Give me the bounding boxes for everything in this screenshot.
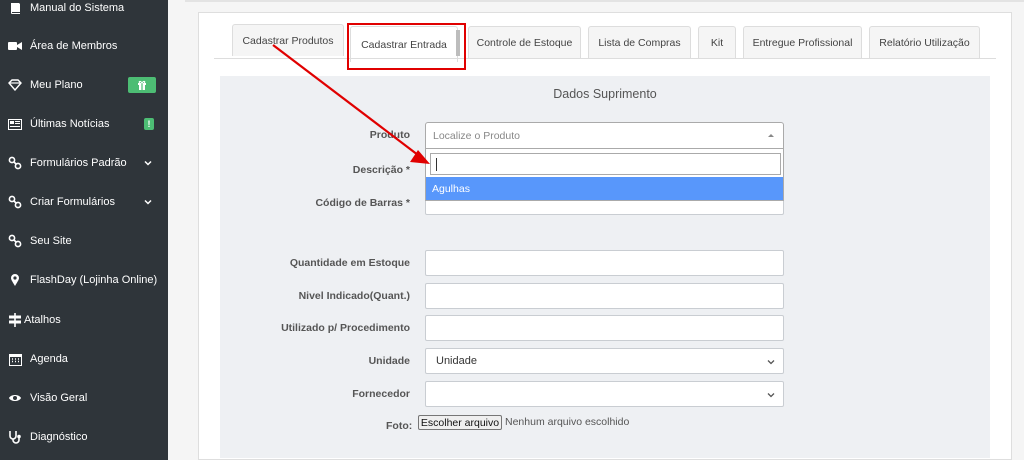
- sidebar-item-criar-formularios[interactable]: Criar Formulários: [0, 188, 168, 216]
- sidebar-item-manual[interactable]: Manual do Sistema: [0, 0, 168, 22]
- tab-cadastrar-produtos[interactable]: Cadastrar Produtos: [232, 24, 344, 56]
- tab-lista-compras[interactable]: Lista de Compras: [588, 26, 691, 58]
- utilizado-input[interactable]: [425, 315, 784, 341]
- caret-up-icon: [768, 134, 774, 137]
- signpost-icon: [8, 313, 22, 327]
- sidebar-item-agenda[interactable]: Agenda: [0, 345, 168, 373]
- chevron-down-icon: [767, 360, 775, 365]
- notification-badge: !: [144, 118, 154, 130]
- dropdown-option[interactable]: Agulhas: [426, 177, 783, 200]
- link-icon: [8, 234, 22, 248]
- foto-label: Foto:: [386, 420, 413, 432]
- sidebar: Manual do Sistema Área de Membros Meu Pl…: [0, 0, 168, 460]
- produto-placeholder: Localize o Produto: [433, 129, 520, 142]
- utilizado-label: Utilizado p/ Procedimento: [281, 322, 410, 334]
- sidebar-item-label: Formulários Padrão: [30, 157, 127, 169]
- choose-file-button[interactable]: Escolher arquivo: [418, 415, 502, 430]
- chevron-down-icon: [144, 160, 152, 166]
- sidebar-item-label: Criar Formulários: [30, 196, 115, 208]
- form-title: Dados Suprimento: [553, 87, 657, 101]
- produto-select[interactable]: Localize o Produto: [425, 122, 784, 149]
- book-icon: [8, 1, 22, 15]
- tab-entregue-profissional[interactable]: Entregue Profissional: [743, 26, 862, 58]
- codigo-barras-label: Código de Barras *: [315, 197, 410, 209]
- sidebar-item-label: Visão Geral: [30, 392, 88, 404]
- unidade-label: Unidade: [368, 355, 410, 367]
- codigo-barras-input[interactable]: [425, 201, 784, 215]
- chevron-down-icon: [767, 393, 775, 398]
- newspaper-icon: [8, 117, 22, 131]
- quantidade-input[interactable]: [425, 250, 784, 276]
- annotation-highlight-box: [347, 23, 466, 70]
- link-icon: [8, 195, 22, 209]
- nivel-input[interactable]: [425, 283, 784, 309]
- gift-icon: [128, 77, 156, 93]
- map-marker-icon: [8, 273, 22, 287]
- produto-dropdown: Agulhas: [425, 149, 784, 201]
- eye-icon: [8, 391, 22, 405]
- calendar-icon: [8, 352, 22, 366]
- sidebar-item-area-membros[interactable]: Área de Membros: [0, 32, 168, 60]
- sidebar-item-diagnostico[interactable]: Diagnóstico: [0, 423, 168, 451]
- descricao-label: Descrição *: [352, 164, 410, 176]
- fornecedor-select[interactable]: [425, 381, 784, 407]
- stethoscope-icon: [8, 430, 22, 444]
- nivel-label: Nivel Indicado(Quant.): [298, 290, 410, 302]
- video-camera-icon: [8, 39, 22, 53]
- tab-divider: [214, 58, 996, 59]
- sidebar-item-label: Seu Site: [30, 235, 72, 247]
- fornecedor-label: Fornecedor: [352, 388, 410, 400]
- sidebar-item-label: Meu Plano: [30, 79, 83, 91]
- sidebar-item-visao-geral[interactable]: Visão Geral: [0, 384, 168, 412]
- file-status: Nenhum arquivo escolhido: [505, 416, 630, 428]
- sidebar-item-meu-plano[interactable]: Meu Plano: [0, 71, 168, 99]
- unidade-value: Unidade: [436, 355, 477, 367]
- diamond-icon: [8, 78, 22, 92]
- sidebar-item-label: Agenda: [30, 353, 68, 365]
- top-divider: [185, 0, 1024, 2]
- tab-relatorio-utilizacao[interactable]: Relatório Utilização: [869, 26, 980, 58]
- produto-label: Produto: [369, 129, 410, 141]
- sidebar-item-atalhos[interactable]: Atalhos: [0, 306, 168, 334]
- sidebar-item-label: Área de Membros: [30, 40, 118, 52]
- sidebar-item-seu-site[interactable]: Seu Site: [0, 227, 168, 255]
- sidebar-item-label: Últimas Notícias: [30, 118, 110, 130]
- text-cursor: [436, 158, 437, 171]
- unidade-select[interactable]: Unidade: [425, 348, 784, 374]
- chevron-down-icon: [144, 199, 152, 205]
- sidebar-item-formularios-padrao[interactable]: Formulários Padrão: [0, 149, 168, 177]
- tab-kit[interactable]: Kit: [698, 26, 736, 58]
- link-icon: [8, 156, 22, 170]
- sidebar-item-noticias[interactable]: Últimas Notícias !: [0, 110, 168, 138]
- sidebar-item-label: Manual do Sistema: [30, 2, 125, 14]
- produto-search-input[interactable]: [430, 153, 781, 175]
- sidebar-item-flashday[interactable]: FlashDay (Lojinha Online): [0, 266, 168, 294]
- sidebar-item-label: FlashDay (Lojinha Online): [30, 274, 158, 286]
- sidebar-item-label: Diagnóstico: [30, 431, 88, 443]
- sidebar-item-label: Atalhos: [24, 314, 61, 326]
- tab-controle-estoque[interactable]: Controle de Estoque: [468, 26, 581, 58]
- quantidade-label: Quantidade em Estoque: [289, 257, 410, 269]
